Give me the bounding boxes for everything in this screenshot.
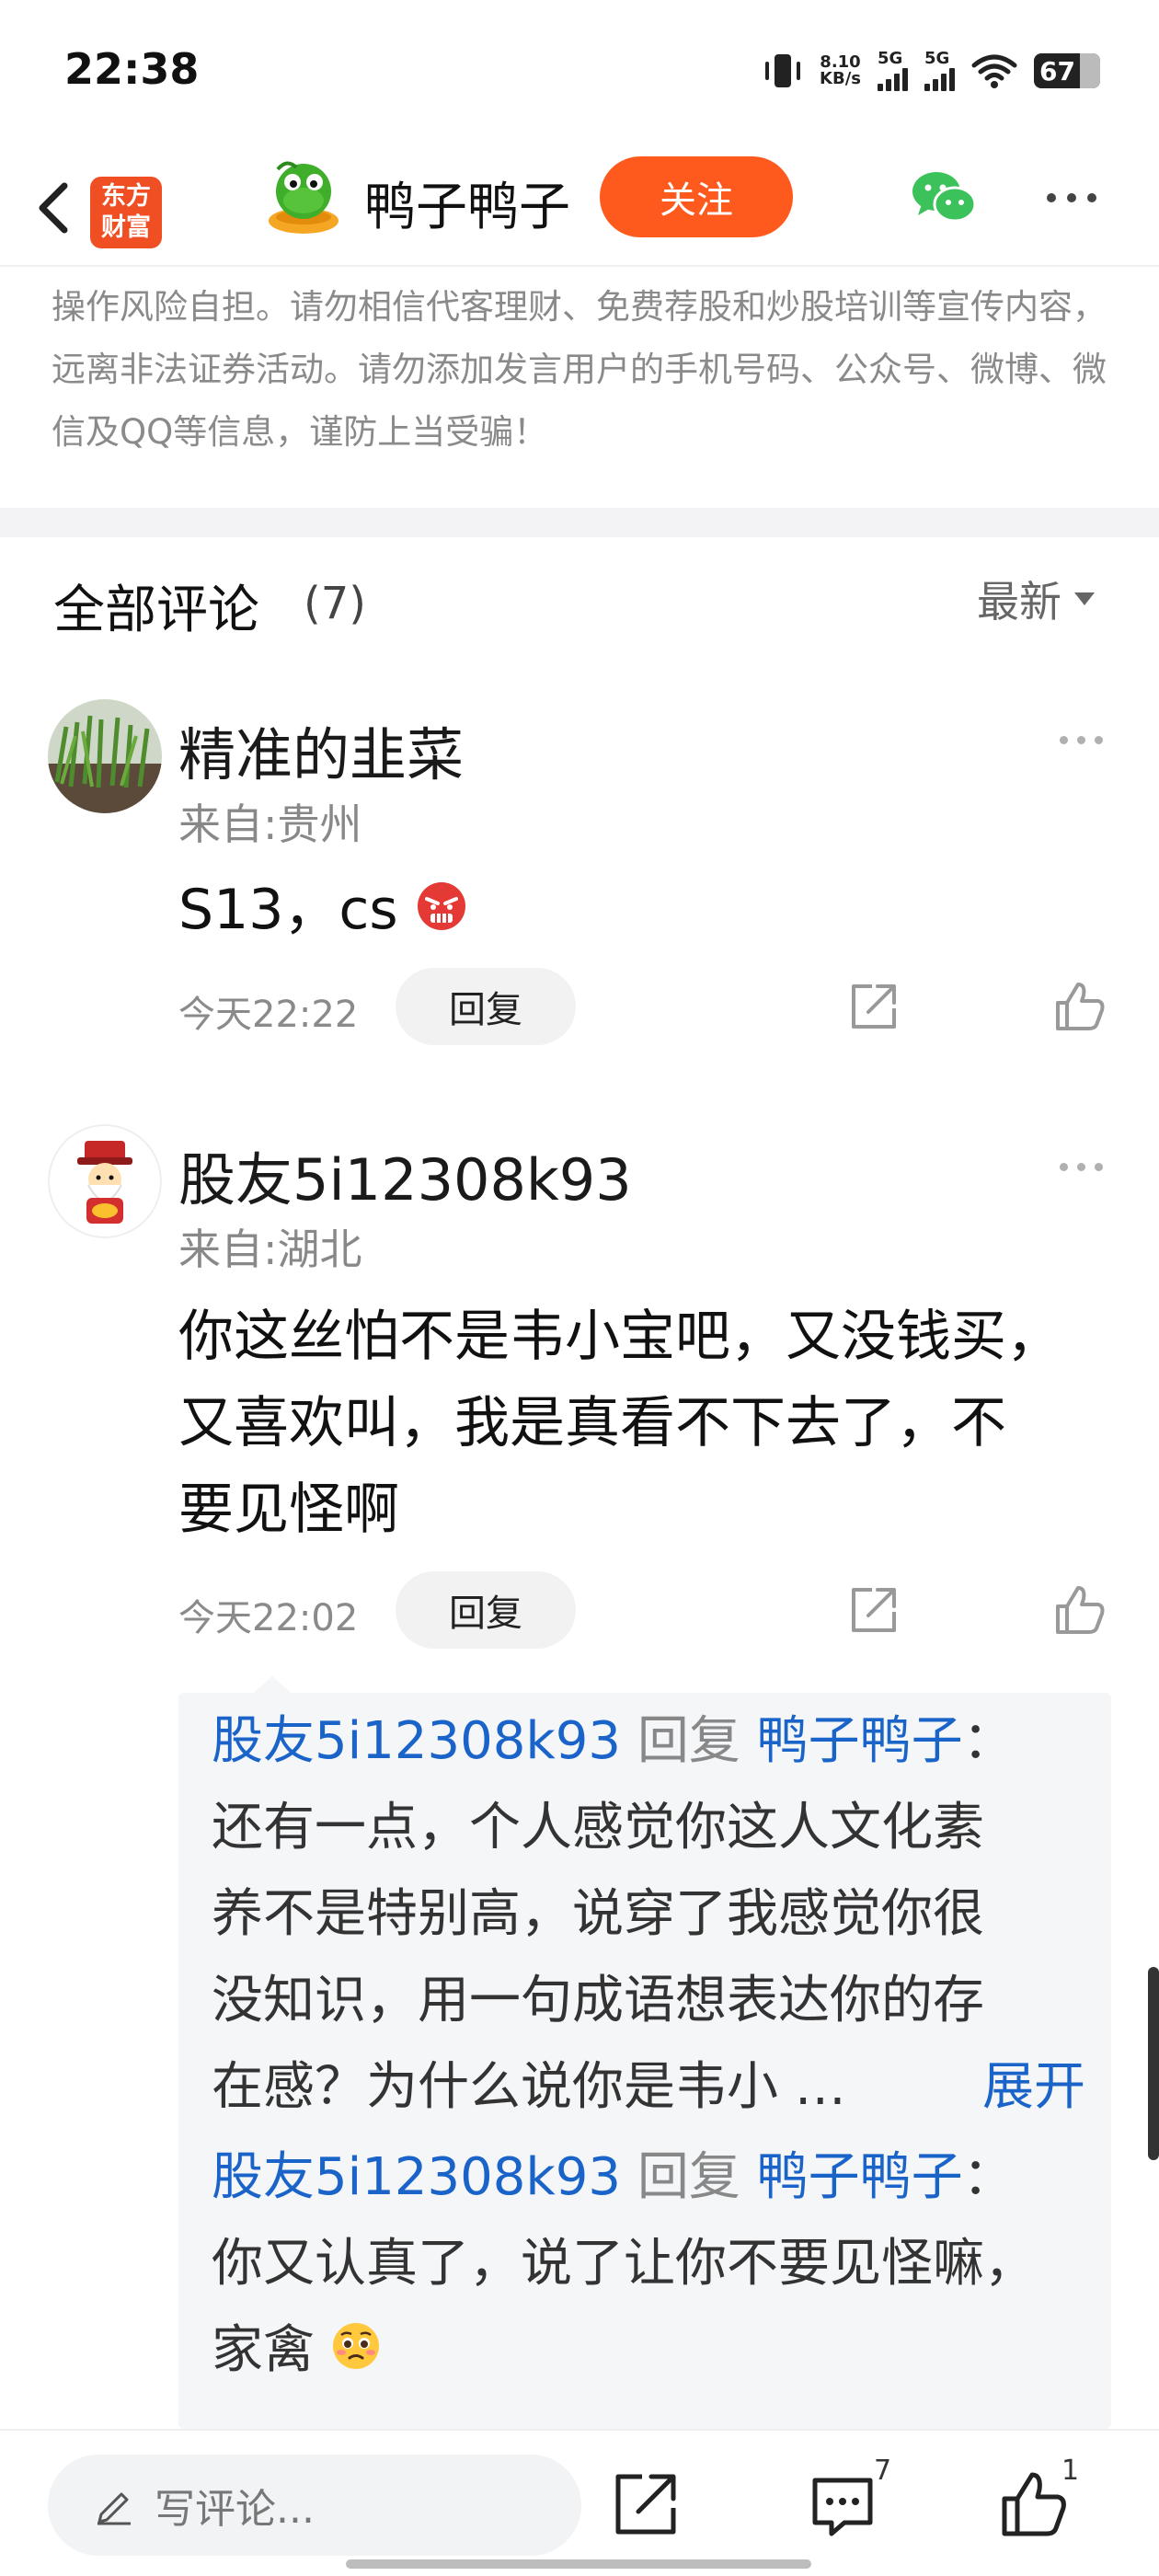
like-icon[interactable] — [999, 2469, 1069, 2539]
home-indicator[interactable] — [346, 2559, 811, 2569]
logo-line2: 财富 — [101, 213, 151, 242]
comment-username[interactable]: 股友5i12308k93 — [178, 1133, 632, 1216]
comment-username[interactable]: 精准的韭菜 — [178, 708, 464, 791]
status-icons: 8.10 KB/s 5G 5G 67 — [763, 48, 1100, 94]
comment-count-badge: 7 — [874, 2455, 892, 2487]
reply-text-line: 在感？为什么说你是韦小 … — [212, 2057, 846, 2117]
reply-button[interactable]: 回复 — [396, 1571, 576, 1649]
comment-time: 今天22:02 — [178, 1597, 359, 1639]
post-header: 东方 财富 鸭子鸭子 关注 — [0, 147, 1159, 267]
reply-text-line: 养不是特别高，说穿了我感觉你很 — [212, 1884, 984, 1944]
reply-from-user[interactable]: 股友5i12308k93 — [212, 1711, 621, 1771]
comment-text-line: 又喜欢叫，我是真看不下去了，不 — [178, 1391, 1006, 1455]
reply-button[interactable]: 回复 — [396, 968, 576, 1045]
comment-more-icon[interactable] — [1060, 1163, 1103, 1171]
reply-verb: 回复 — [637, 1711, 740, 1771]
like-count-badge: 1 — [1061, 2455, 1080, 2487]
author-name[interactable]: 鸭子鸭子 — [364, 166, 570, 240]
wifi-icon — [971, 54, 1017, 88]
share-icon[interactable] — [846, 1582, 901, 1638]
comment-time: 今天22:22 — [178, 994, 359, 1036]
reply-header: 股友5i12308k93 回复 鸭子鸭子： — [212, 1698, 1085, 1785]
reply-separator: ： — [962, 2147, 1015, 2207]
bottom-action-bar: 写评论... 7 1 — [0, 2429, 1159, 2576]
forward-icon[interactable] — [611, 2469, 681, 2539]
expand-link[interactable]: 展开 — [982, 2044, 1085, 2131]
replies-box: 股友5i12308k93 回复 鸭子鸭子： 还有一点，个人感觉你这人文化素 养不… — [178, 1676, 1111, 2429]
comment-text-line: 要见怪啊 — [178, 1478, 399, 1542]
comment-location: 来自:湖北 — [178, 1225, 362, 1274]
comment-icon[interactable] — [808, 2471, 878, 2541]
reply-text-line: 家禽 — [212, 2320, 315, 2380]
user-avatar[interactable] — [48, 699, 162, 813]
pleading-emoji-icon — [332, 2323, 379, 2369]
author-avatar[interactable] — [259, 156, 348, 245]
like-icon[interactable] — [1052, 1582, 1107, 1638]
scrollbar[interactable] — [1148, 1967, 1159, 2160]
reply-from-user[interactable]: 股友5i12308k93 — [212, 2147, 621, 2207]
comment-input[interactable]: 写评论... — [48, 2455, 581, 2556]
reply-item[interactable]: 股友5i12308k93 回复 鸭子鸭子： 你又认真了，说了让你不要见怪嘛， 家… — [212, 2134, 1085, 2394]
status-bar: 22:38 8.10 KB/s 5G 5G 67 — [0, 0, 1159, 138]
risk-disclaimer: 操作风险自担。请勿相信代客理财、免费荐股和炒股培训等宣传内容，远离非法证券活动。… — [52, 287, 1107, 452]
reply-last-line: 在感？为什么说你是韦小 … 展开 — [212, 2044, 1085, 2131]
comment-text-line: 你这丝怕不是韦小宝吧，又没钱买， — [178, 1305, 1061, 1369]
battery-icon: 67 — [1034, 53, 1100, 88]
section-separator — [0, 508, 1159, 537]
net-speed-unit: KB/s — [820, 69, 861, 88]
reply-verb: 回复 — [637, 2147, 740, 2207]
signal-sim2-icon: 5G — [924, 51, 955, 91]
comment-location: 来自:贵州 — [178, 799, 362, 849]
reply-header: 股友5i12308k93 回复 鸭子鸭子： — [212, 2134, 1085, 2221]
comments-title: 全部评论 — [53, 581, 259, 640]
like-icon[interactable] — [1052, 979, 1107, 1034]
comment-text: 你这丝怕不是韦小宝吧，又没钱买， 又喜欢叫，我是真看不下去了，不 要见怪啊 — [178, 1294, 1135, 1553]
sort-dropdown[interactable]: 最新 — [977, 569, 1095, 629]
reply-text-line: 你又认真了，说了让你不要见怪嘛， — [212, 2234, 1036, 2294]
comment-input-placeholder: 写评论... — [155, 2486, 315, 2533]
reply-text-line: 没知识，用一句成语想表达你的存 — [212, 1971, 984, 2030]
reply-text-line: 还有一点，个人感觉你这人文化素 — [212, 1798, 984, 1857]
battery-level: 67 — [1039, 55, 1075, 86]
pencil-icon — [98, 2492, 131, 2525]
wechat-share-icon[interactable] — [909, 167, 979, 226]
status-time: 22:38 — [64, 44, 200, 94]
sort-label: 最新 — [977, 577, 1061, 627]
net-speed: 8.10 KB/s — [820, 54, 861, 87]
sim1-label: 5G — [878, 49, 903, 68]
reply-separator: ： — [962, 1711, 1015, 1771]
app-logo[interactable]: 东方 财富 — [90, 177, 162, 248]
comment-more-icon[interactable] — [1060, 736, 1103, 744]
signal-sim1-icon: 5G — [878, 51, 908, 91]
angry-emoji-icon — [417, 882, 465, 930]
reply-item[interactable]: 股友5i12308k93 回复 鸭子鸭子： 还有一点，个人感觉你这人文化素 养不… — [212, 1698, 1085, 2131]
reply-to-user[interactable]: 鸭子鸭子 — [757, 1711, 963, 1771]
back-icon[interactable] — [28, 166, 83, 248]
dropdown-triangle-icon — [1074, 592, 1095, 605]
comments-count: (7) — [304, 578, 366, 629]
follow-button[interactable]: 关注 — [600, 156, 793, 237]
logo-line1: 东方 — [101, 182, 151, 211]
user-avatar[interactable] — [48, 1124, 162, 1238]
comment-text-content: S13，cs — [178, 878, 398, 942]
reply-to-user[interactable]: 鸭子鸭子 — [757, 2147, 963, 2207]
comment-text: S13，cs — [178, 867, 467, 953]
sim2-label: 5G — [924, 49, 950, 68]
vibrate-icon — [763, 52, 803, 89]
header-divider — [0, 265, 1159, 267]
share-icon[interactable] — [846, 979, 901, 1034]
more-options-icon[interactable] — [1047, 193, 1096, 202]
reply-text-line-with-emoji: 家禽 — [212, 2307, 1085, 2394]
